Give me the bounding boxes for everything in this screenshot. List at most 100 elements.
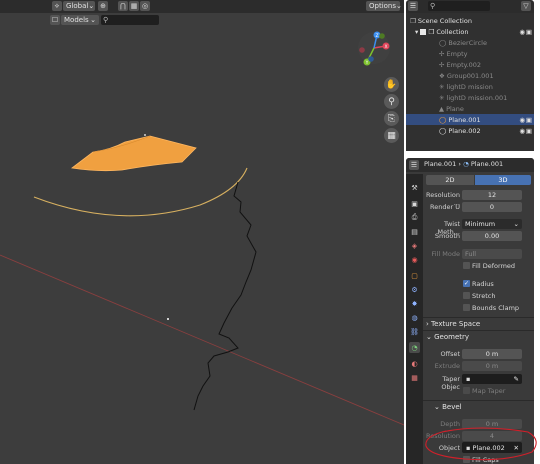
scene-tab-icon[interactable]: ◈ [409, 240, 420, 251]
output-tab-icon[interactable]: ⎙ [409, 212, 420, 223]
bounds-clamp-checkbox[interactable] [463, 304, 470, 311]
modifier-tab-icon[interactable]: ⚙ [409, 284, 420, 295]
taper-object-field[interactable]: ▪ ✎ [462, 374, 522, 384]
options-dropdown[interactable]: Options ⌄ [366, 1, 402, 11]
world-tab-icon[interactable]: ◉ [409, 254, 420, 265]
outliner-item[interactable]: ✳ lightD mission.001 [406, 92, 534, 103]
filter-icon[interactable]: ▽ [521, 1, 531, 11]
fill-mode-dropdown[interactable]: Full [462, 249, 522, 259]
outliner-item[interactable]: ▲ Plane [406, 103, 534, 114]
outliner-item[interactable]: ✢ Empty [406, 48, 534, 59]
expand-icon: ▾ [415, 27, 419, 36]
dimensions-2d-button[interactable]: 2D [426, 175, 474, 185]
camera-icon[interactable]: ▣ [526, 28, 532, 36]
chevron-right-icon: › [426, 320, 429, 328]
snap-target-icon[interactable]: ▦ [129, 1, 139, 11]
outliner-collection[interactable]: ▾ ❒ Collection ◉ ▣ [406, 26, 534, 37]
outliner-item[interactable]: ✢ Empty.002 [406, 59, 534, 70]
chevron-down-icon: ⌄ [434, 403, 440, 411]
smooth-field[interactable]: 0.00 [462, 231, 522, 241]
map-taper-label: Map Taper [472, 387, 506, 395]
chevron-down-icon: ⌄ [513, 220, 519, 228]
extrude-field[interactable]: 0 m [462, 361, 522, 371]
fill-deformed-checkbox[interactable] [463, 262, 470, 269]
viewport-scene[interactable] [0, 0, 404, 464]
constraints-tab-icon[interactable]: ⛓ [409, 326, 420, 337]
offset-field[interactable]: 0 m [462, 349, 522, 359]
bevel-section-header[interactable]: ⌄ Bevel [434, 403, 462, 411]
taper-object-label: Taper Objec [441, 375, 460, 391]
geometry-section-header[interactable]: ⌄ Geometry [426, 333, 469, 341]
dimensions-3d-button[interactable]: 3D [475, 175, 531, 185]
section-divider [423, 317, 534, 318]
group-icon: ❖ [439, 71, 445, 80]
pivot-icon[interactable]: ⊕ [98, 1, 108, 11]
proportional-edit-icon[interactable]: ◎ [140, 1, 150, 11]
physics-tab-icon[interactable]: ◍ [409, 312, 420, 323]
outliner-search-input[interactable]: ⚲ [428, 1, 490, 11]
navigation-gizmo[interactable]: X Y Z [352, 30, 400, 72]
hand-icon[interactable]: ✋ [384, 77, 399, 92]
light-icon: ✳ [439, 93, 445, 102]
offset-label: Offset [440, 350, 460, 358]
collection-mode-icon[interactable]: ☐ [50, 15, 60, 25]
zoom-icon[interactable]: ⚲ [384, 94, 399, 109]
curve-icon: ◯ [439, 126, 447, 135]
outliner-scene-collection[interactable]: ❒ Scene Collection [406, 15, 534, 26]
eye-icon[interactable]: ◉ [519, 28, 525, 36]
texture-tab-icon[interactable]: ▦ [409, 372, 420, 383]
collection-mode-dropdown[interactable]: Models ⌄ [61, 15, 99, 25]
selected-plane-object [71, 135, 197, 172]
editor-type-icon[interactable]: ☰ [409, 160, 419, 170]
fill-mode-label: Fill Mode [431, 250, 460, 258]
object-tab-icon[interactable]: ▢ [409, 270, 420, 281]
outliner-item[interactable]: ✳ lightD mission [406, 81, 534, 92]
properties-editor[interactable]: ☰ Plane.001 › ◔ Plane.001 ⚒ ▣ ⎙ ▤ ◈ ◉ ▢ … [406, 158, 534, 464]
chevron-down-icon: ⌄ [90, 16, 96, 24]
tool-tab-icon[interactable]: ⚒ [409, 182, 420, 193]
outliner-item[interactable]: ◯ Plane.002 ◉ ▣ [406, 125, 534, 136]
magnet-icon[interactable]: ⋂ [118, 1, 128, 11]
eyedropper-icon[interactable]: ✎ [514, 375, 519, 383]
checkbox-icon[interactable] [420, 28, 427, 35]
render-u-label: Render U [430, 203, 460, 211]
eye-icon[interactable]: ◉ [519, 116, 525, 124]
3d-viewport[interactable]: ⟡ Global ⌄ ⊕ ⋂ ▦ ◎ Options ⌄ ☐ Models ⌄ … [0, 0, 404, 464]
render-u-field[interactable]: 0 [462, 202, 522, 212]
resolution-field[interactable]: 12 [462, 190, 522, 200]
scene-collection-icon: ❒ [410, 16, 416, 25]
render-tab-icon[interactable]: ▣ [409, 198, 420, 209]
outliner-item-selected[interactable]: ◯ Plane.001 ◉ ▣ [406, 114, 534, 125]
chevron-down-icon: ⌄ [426, 333, 432, 341]
eye-icon[interactable]: ◉ [519, 127, 525, 135]
outliner-item[interactable]: ◯ BezierCircle [406, 37, 534, 48]
search-icon: ⚲ [430, 2, 436, 10]
material-tab-icon[interactable]: ◐ [409, 358, 420, 369]
camera-icon[interactable]: ⎘ [384, 111, 399, 126]
extrude-label: Extrude [434, 362, 460, 370]
view-layer-tab-icon[interactable]: ▤ [409, 226, 420, 237]
grid-icon[interactable]: ▦ [384, 128, 399, 143]
radius-checkbox[interactable]: ✓ [463, 280, 470, 287]
twist-method-dropdown[interactable]: Minimum ⌄ [462, 219, 522, 229]
outliner[interactable]: ❒ Scene Collection ▾ ❒ Collection ◉ ▣ ◯ … [406, 13, 534, 151]
curve-icon: ◯ [439, 38, 447, 47]
camera-icon[interactable]: ▣ [526, 127, 532, 135]
camera-icon[interactable]: ▣ [526, 116, 532, 124]
object-icon: ▪ [466, 375, 471, 383]
orientation-dropdown[interactable]: Global ⌄ [63, 1, 95, 11]
outliner-item[interactable]: ❖ Group001.001 [406, 70, 534, 81]
editor-type-icon[interactable]: ☰ [408, 1, 418, 11]
particles-tab-icon[interactable]: ✸ [409, 298, 420, 309]
collection-icon: ❒ [428, 27, 435, 36]
annotation-circle [425, 427, 537, 461]
map-taper-checkbox[interactable] [463, 387, 470, 394]
stretch-checkbox[interactable] [463, 292, 470, 299]
vertex-dot [144, 134, 146, 136]
transform-orientation-icon[interactable]: ⟡ [52, 1, 62, 11]
smooth-label: Smooth [434, 232, 460, 240]
viewport-search-input[interactable]: ⚲ [101, 15, 159, 25]
curve-data-tab-icon[interactable]: ◔ [409, 342, 420, 353]
texture-space-section-header[interactable]: › Texture Space [426, 320, 480, 328]
light-icon: ✳ [439, 82, 445, 91]
